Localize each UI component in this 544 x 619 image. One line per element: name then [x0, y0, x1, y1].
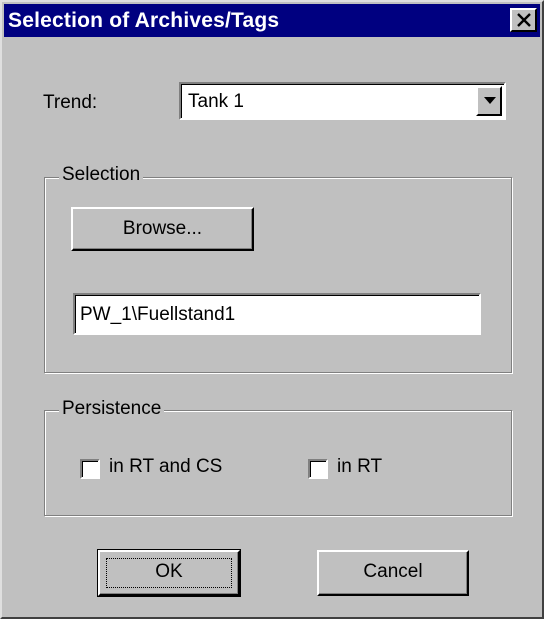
title-bar[interactable]: Selection of Archives/Tags [4, 4, 540, 37]
cancel-button-label: Cancel [363, 561, 423, 582]
tag-path-input[interactable]: PW_1\Fuellstand1 [73, 293, 481, 335]
trend-label: Trend: [43, 92, 98, 113]
checkbox-rt-and-cs[interactable] [80, 459, 100, 479]
cancel-button[interactable]: Cancel [317, 550, 469, 596]
ok-button[interactable]: OK [97, 549, 241, 597]
trend-dropdown[interactable]: Tank 1 [179, 82, 506, 120]
trend-dropdown-value: Tank 1 [188, 91, 244, 112]
browse-button-label: Browse... [122, 218, 203, 239]
checkbox-rt-label: in RT [337, 456, 383, 477]
browse-button[interactable]: Browse... [71, 207, 254, 251]
window-title: Selection of Archives/Tags [8, 9, 280, 32]
dialog-window: Selection of Archives/Tags Trend: Tank 1… [0, 0, 544, 619]
selection-group-label: Selection [59, 164, 144, 186]
ok-button-label: OK [155, 561, 183, 582]
close-button[interactable] [510, 8, 537, 32]
chevron-down-icon [484, 97, 496, 104]
trend-dropdown-button[interactable] [476, 86, 502, 116]
checkbox-rt-and-cs-label: in RT and CS [109, 456, 223, 477]
checkbox-rt[interactable] [308, 459, 328, 479]
persistence-group-label: Persistence [59, 398, 165, 420]
tag-path-value: PW_1\Fuellstand1 [80, 304, 236, 325]
close-icon [517, 13, 531, 27]
